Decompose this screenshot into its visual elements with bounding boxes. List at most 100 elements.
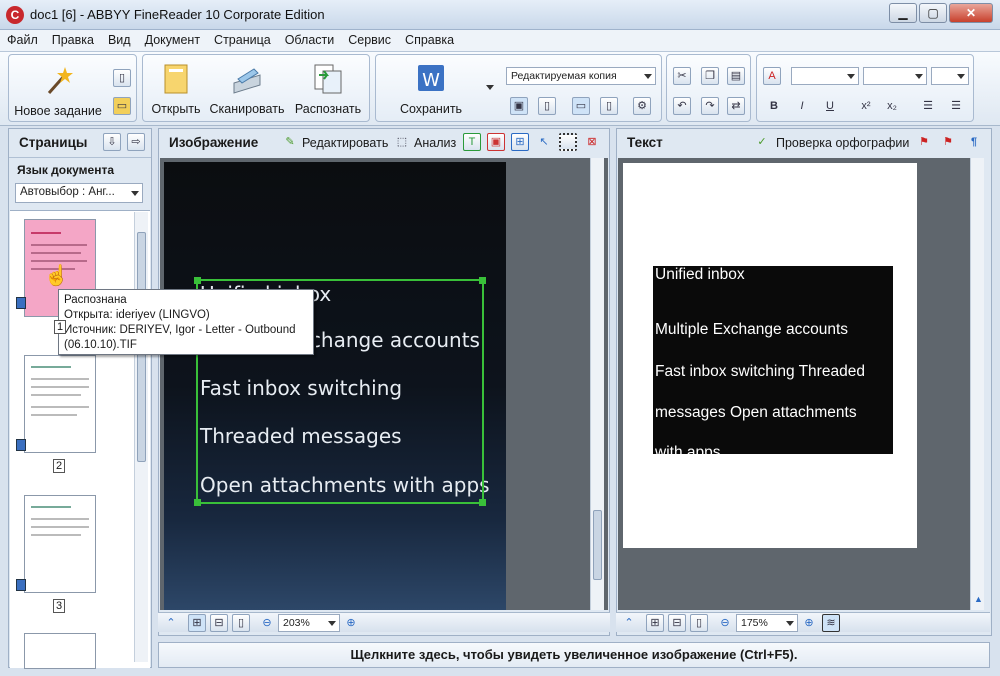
select-area-icon[interactable] xyxy=(559,133,577,151)
zoom-in-icon[interactable]: ⊕ xyxy=(800,614,818,632)
layout-narrow-icon[interactable]: ▯ xyxy=(600,97,618,115)
actual-size-icon[interactable]: ▯ xyxy=(690,614,708,632)
text-scrollbar[interactable]: ▲ xyxy=(970,158,984,610)
spellcheck-icon[interactable]: ✓ xyxy=(753,133,771,151)
collapse-icon[interactable]: ⌃ xyxy=(162,614,180,632)
close-button[interactable]: ✕ xyxy=(949,3,993,23)
layout-page-icon[interactable]: ▯ xyxy=(538,97,556,115)
wrench-icon[interactable]: ⚙ xyxy=(633,97,651,115)
next-error-flag-icon[interactable]: ⚑ xyxy=(939,133,957,151)
cut-icon[interactable]: ✂ xyxy=(673,67,691,85)
style-select[interactable] xyxy=(791,67,859,85)
recognize-label: Распознать xyxy=(294,102,362,116)
image-scrollbar[interactable] xyxy=(590,158,604,610)
paste-icon[interactable]: ▤ xyxy=(727,67,745,85)
table-area-icon[interactable]: ⊞ xyxy=(511,133,529,151)
zoom-in-icon[interactable]: ⊕ xyxy=(342,614,360,632)
superscript-button[interactable]: x² xyxy=(857,97,875,115)
edit-image-icon[interactable]: ✎ xyxy=(281,133,299,151)
page-thumbnail-2[interactable] xyxy=(24,355,96,453)
bold-button[interactable]: B xyxy=(765,97,783,115)
text-line-3: Fast inbox switching Threaded xyxy=(655,363,865,380)
menu-file[interactable]: Файл xyxy=(0,30,45,47)
scan-button[interactable]: Сканировать xyxy=(207,61,287,116)
pages-scrollbar[interactable] xyxy=(134,212,148,662)
menu-page[interactable]: Страница xyxy=(207,30,278,47)
redo-icon[interactable]: ↷ xyxy=(701,97,719,115)
fit-width-icon[interactable]: ⊟ xyxy=(210,614,228,632)
collapse-icon[interactable]: ⌃ xyxy=(620,614,638,632)
picture-area-icon[interactable]: ▣ xyxy=(487,133,505,151)
language-select[interactable]: Автовыбор : Анг... xyxy=(15,183,143,203)
highlight-uncertain-icon[interactable]: ≋ xyxy=(822,614,840,632)
fit-page-icon[interactable]: ⊞ xyxy=(646,614,664,632)
open-button[interactable]: Открыть xyxy=(145,61,207,116)
layout-single-icon[interactable]: ▣ xyxy=(510,97,528,115)
subscript-button[interactable]: x₂ xyxy=(883,97,901,115)
resize-handle[interactable] xyxy=(194,277,201,284)
recognized-doc-icon xyxy=(16,579,26,591)
italic-button[interactable]: I xyxy=(793,97,811,115)
text-line-4: messages Open attachments xyxy=(655,404,857,421)
zoom-hint-bar[interactable]: Щелкните здесь, чтобы увидеть увеличенно… xyxy=(158,642,990,668)
align-left-icon[interactable]: ☰ xyxy=(919,97,937,115)
page-thumbnail-4[interactable] xyxy=(24,633,96,669)
resize-handle[interactable] xyxy=(194,499,201,506)
menu-document[interactable]: Документ xyxy=(138,30,207,47)
minimize-button[interactable]: ▁ xyxy=(889,3,917,23)
analyze-icon[interactable]: ⬚ xyxy=(393,133,411,151)
font-select[interactable] xyxy=(863,67,927,85)
app-icon[interactable]: C xyxy=(6,6,24,24)
layout-wide-icon[interactable]: ▭ xyxy=(572,97,590,115)
image-view-bar: ⌃ ⊞ ⊟ ▯ ⊖ 203% ⊕ xyxy=(158,612,610,632)
text-view[interactable]: Unified inbox Multiple Exchange accounts… xyxy=(618,158,970,610)
menu-view[interactable]: Вид xyxy=(101,30,138,47)
resize-handle[interactable] xyxy=(479,277,486,284)
edit-image-button[interactable]: Редактировать xyxy=(302,136,388,150)
save-mode-select[interactable]: Редактируемая копия xyxy=(506,67,656,85)
recognize-button[interactable]: Распознать xyxy=(289,61,367,116)
save-button[interactable]: W Сохранить xyxy=(382,61,480,116)
tooltip-source-file: (06.10.10).TIF xyxy=(64,339,137,351)
align-center-icon[interactable]: ☰ xyxy=(947,97,965,115)
text-area-icon[interactable]: T xyxy=(463,133,481,151)
page-export-icon[interactable]: ⇨ xyxy=(127,133,145,151)
zoom-out-icon[interactable]: ⊖ xyxy=(258,614,276,632)
page-add-icon[interactable]: ⇩ xyxy=(103,133,121,151)
undo-icon[interactable]: ↶ xyxy=(673,97,691,115)
text-zoom-select[interactable]: 175% xyxy=(736,614,798,632)
fit-page-icon[interactable]: ⊞ xyxy=(188,614,206,632)
actual-size-icon[interactable]: ▯ xyxy=(232,614,250,632)
prev-error-flag-icon[interactable]: ⚑ xyxy=(915,133,933,151)
folder-icon[interactable]: ▭ xyxy=(113,97,131,115)
delete-area-icon[interactable]: ⊠ xyxy=(583,133,601,151)
find-replace-icon[interactable]: ⇄ xyxy=(727,97,745,115)
spellcheck-button[interactable]: Проверка орфографии xyxy=(776,136,909,150)
font-size-select[interactable] xyxy=(931,67,969,85)
new-document-icon[interactable]: ▯ xyxy=(113,69,131,87)
fit-width-icon[interactable]: ⊟ xyxy=(668,614,686,632)
analyze-button[interactable]: Анализ xyxy=(414,136,456,150)
copy-icon[interactable]: ❐ xyxy=(701,67,719,85)
menu-tools[interactable]: Сервис xyxy=(341,30,398,47)
pilcrow-icon[interactable]: ¶ xyxy=(965,133,983,151)
pointer-icon[interactable]: ↖ xyxy=(535,133,553,151)
page-tooltip: Распознана Открыта: ideriyev (LINGVO) Ис… xyxy=(58,289,314,355)
font-style-icon[interactable]: A xyxy=(763,67,781,85)
zoom-out-icon[interactable]: ⊖ xyxy=(716,614,734,632)
scroll-up-icon[interactable]: ▲ xyxy=(974,594,983,604)
maximize-button[interactable]: ▢ xyxy=(919,3,947,23)
image-zoom-select[interactable]: 203% xyxy=(278,614,340,632)
recognized-text-block[interactable]: Unified inbox Multiple Exchange accounts… xyxy=(653,266,893,454)
save-dropdown-arrow-icon[interactable] xyxy=(486,85,494,90)
scrollbar-thumb[interactable] xyxy=(593,510,602,580)
new-task-button[interactable]: Новое задание xyxy=(13,63,103,118)
menu-areas[interactable]: Области xyxy=(278,30,342,47)
menu-help[interactable]: Справка xyxy=(398,30,461,47)
menu-edit[interactable]: Правка xyxy=(45,30,101,47)
resize-handle[interactable] xyxy=(479,499,486,506)
underline-button[interactable]: U xyxy=(821,97,839,115)
format-group: A B I U x² x₂ ☰ ☰ xyxy=(756,54,974,122)
tooltip-source: Источник: DERIYEV, Igor - Letter - Outbo… xyxy=(64,324,296,336)
page-thumbnail-3[interactable] xyxy=(24,495,96,593)
